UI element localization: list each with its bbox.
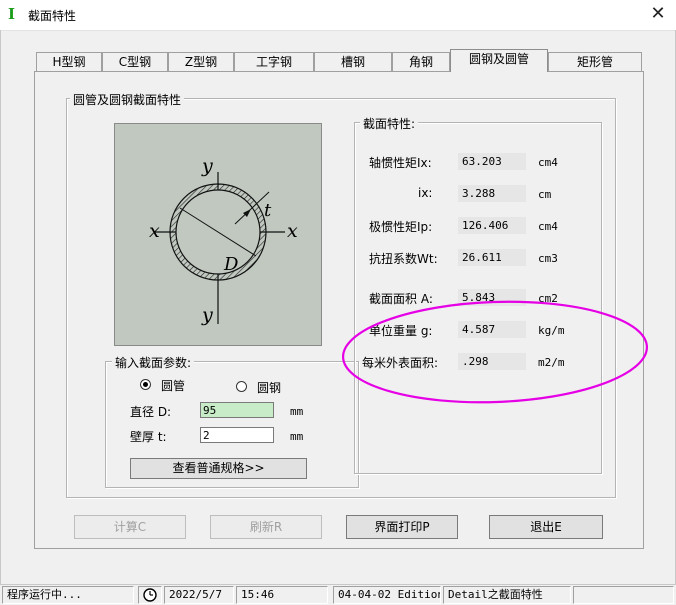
title-bar xyxy=(0,0,676,31)
tab-h-steel[interactable]: H型钢 xyxy=(36,52,102,71)
status-empty-cell xyxy=(573,586,674,604)
prop-unit-ip: cm4 xyxy=(538,220,558,233)
prop-value-ix-radius: 3.288 xyxy=(458,185,526,202)
refresh-button[interactable]: 刷新R xyxy=(210,515,322,539)
label-x-left: x xyxy=(149,220,160,242)
label-y-top: y xyxy=(201,155,213,177)
tab-i-beam[interactable]: 工字钢 xyxy=(234,52,314,71)
status-time: 15:46 xyxy=(236,586,328,604)
close-button[interactable]: ✕ xyxy=(648,4,668,24)
props-group-title: 截面特性: xyxy=(360,115,419,132)
diameter-unit: mm xyxy=(290,405,304,418)
diameter-label: 直径 D: xyxy=(130,405,172,419)
radio-bar-label[interactable]: 圆钢 xyxy=(257,379,281,396)
cross-section-diagram: y y x x t D xyxy=(114,123,322,346)
clock-icon xyxy=(138,586,162,604)
label-thickness: t xyxy=(264,200,272,221)
prop-label-ip: 极惯性矩Ip: xyxy=(369,220,433,234)
thickness-input[interactable] xyxy=(200,427,274,443)
print-button[interactable]: 界面打印P xyxy=(346,515,458,539)
input-group-title: 输入截面参数: xyxy=(112,354,195,371)
tab-rect-tube[interactable]: 矩形管 xyxy=(548,52,642,71)
tab-strip: H型钢 C型钢 Z型钢 工字钢 槽钢 角钢 圆钢及圆管 矩形管 xyxy=(36,49,642,72)
status-module: Detail之截面特性 xyxy=(443,586,571,604)
window-title: 截面特性 xyxy=(28,9,77,23)
section-group-title: 圆管及圆钢截面特性 xyxy=(70,91,185,108)
app-icon: I xyxy=(8,5,16,23)
radio-dot xyxy=(143,382,148,387)
label-x-right: x xyxy=(287,220,298,242)
tab-angle[interactable]: 角钢 xyxy=(392,52,450,71)
clock-icon-svg xyxy=(143,588,157,602)
status-date: 2022/5/7 xyxy=(164,586,234,604)
prop-value-wt: 26.611 xyxy=(458,249,526,266)
calc-button[interactable]: 计算C xyxy=(74,515,186,539)
radio-bar[interactable] xyxy=(236,381,247,392)
radio-tube-label[interactable]: 圆管 xyxy=(161,377,185,394)
prop-value-ix-inertia: 63.203 xyxy=(458,153,526,170)
tab-channel[interactable]: 槽钢 xyxy=(314,52,392,71)
prop-unit-ix-inertia: cm4 xyxy=(538,156,558,169)
tab-z-steel[interactable]: Z型钢 xyxy=(168,52,234,71)
exit-button[interactable]: 退出E xyxy=(489,515,603,539)
view-standard-specs-button[interactable]: 查看普通规格>> xyxy=(130,458,307,479)
prop-unit-wt: cm3 xyxy=(538,252,558,265)
prop-label-ix-radius: ix: xyxy=(418,186,433,200)
thickness-unit: mm xyxy=(290,430,304,443)
tab-c-steel[interactable]: C型钢 xyxy=(102,52,168,71)
prop-unit-ix-radius: cm xyxy=(538,188,552,201)
diameter-input[interactable] xyxy=(200,402,274,418)
thickness-label: 壁厚 t: xyxy=(130,430,167,444)
prop-value-ip: 126.406 xyxy=(458,217,526,234)
radio-tube[interactable] xyxy=(140,379,151,390)
prop-label-wt: 抗扭系数Wt: xyxy=(369,252,438,266)
tube-section-svg: y y x x t D xyxy=(149,155,298,326)
tab-round-tube[interactable]: 圆钢及圆管 xyxy=(450,49,548,72)
status-edition: 04-04-02 Edition xyxy=(333,586,441,604)
highlight-ellipse-annotation xyxy=(341,300,649,404)
label-y-bottom: y xyxy=(201,304,213,326)
label-diameter: D xyxy=(223,254,239,275)
prop-label-ix-inertia: 轴惯性矩Ix: xyxy=(369,156,432,170)
status-text: 程序运行中... xyxy=(2,586,134,604)
